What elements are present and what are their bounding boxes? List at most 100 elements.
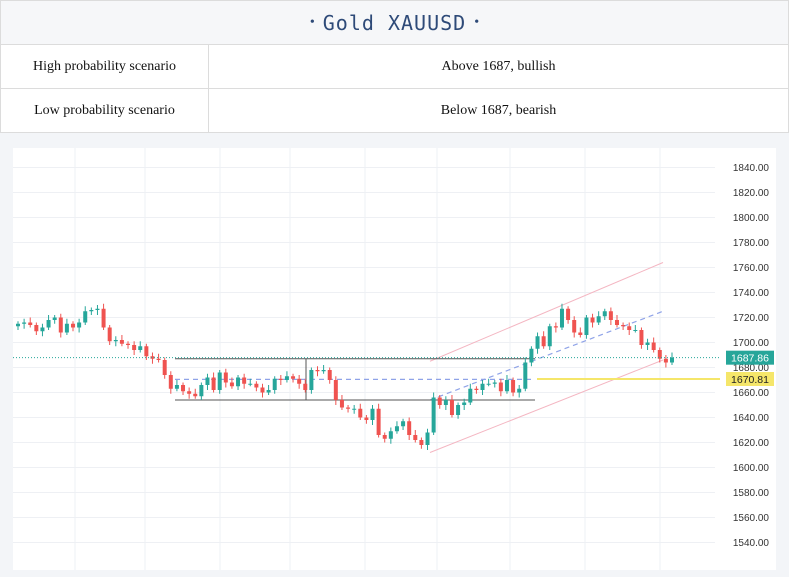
candle-body xyxy=(358,408,363,418)
candle-body xyxy=(663,358,668,363)
candle-body xyxy=(584,317,589,335)
candle-body xyxy=(596,316,601,323)
candle-body xyxy=(431,397,436,433)
candle-body xyxy=(132,345,137,350)
candle-body xyxy=(315,370,320,372)
y-tick-label: 1580.00 xyxy=(733,488,770,499)
candle-body xyxy=(77,322,82,328)
candle-body xyxy=(327,370,332,380)
price-chart[interactable]: 1840.00 1820.00 1800.00 1780.00 1760.00 1740.… xyxy=(0,133,789,577)
candle-body xyxy=(16,323,20,327)
y-tick-label: 1700.00 xyxy=(733,338,770,349)
candle-body xyxy=(181,385,186,392)
candle-body xyxy=(52,317,57,320)
scenario-row-high: High probability scenario Above 1687, bu… xyxy=(0,45,789,89)
candle-body xyxy=(40,327,45,332)
candle-body xyxy=(382,435,387,439)
candle-body xyxy=(107,327,112,342)
candle-body xyxy=(462,402,467,405)
y-tick-label: 1820.00 xyxy=(733,188,770,199)
candle-body xyxy=(523,362,528,389)
y-tick-label: 1660.00 xyxy=(733,388,770,399)
candle-body xyxy=(370,408,375,420)
candle-body xyxy=(547,326,552,347)
candle-body xyxy=(352,408,357,410)
scenario-value: Below 1687, bearish xyxy=(209,89,788,132)
candle-body xyxy=(480,383,485,390)
candle-body xyxy=(498,382,503,392)
y-tick-label: 1560.00 xyxy=(733,513,770,524)
y-tick-label: 1760.00 xyxy=(733,263,770,274)
candle-body xyxy=(89,310,94,312)
candle-body xyxy=(364,417,369,420)
last-price-label: 1687.86 xyxy=(731,353,769,365)
candle-body xyxy=(578,332,583,335)
candle-body xyxy=(590,317,595,323)
candle-body xyxy=(193,393,198,397)
title-bar: • Gold XAUUSD • xyxy=(0,0,789,45)
candle-body xyxy=(34,325,39,332)
y-tick-label: 1840.00 xyxy=(733,163,770,174)
chart-panel: 1840.00 1820.00 1800.00 1780.00 1760.00 1740.… xyxy=(0,133,789,577)
key-level-label: 1670.81 xyxy=(731,374,769,386)
candle-body xyxy=(217,372,222,390)
candle-body xyxy=(614,320,619,325)
candle-body xyxy=(58,317,63,333)
scenario-value: Above 1687, bullish xyxy=(209,45,788,88)
candle-body xyxy=(138,346,143,350)
y-tick-label: 1800.00 xyxy=(733,213,770,224)
candle-body xyxy=(144,346,149,357)
page-title: Gold XAUUSD xyxy=(322,10,467,35)
candle-body xyxy=(266,390,271,393)
candle-body xyxy=(346,407,351,409)
candle-body xyxy=(339,400,344,408)
candle-body xyxy=(633,330,638,331)
candle-body xyxy=(468,388,473,403)
scenario-row-low: Low probability scenario Below 1687, bea… xyxy=(0,89,789,133)
candle-body xyxy=(608,311,613,320)
candle-body xyxy=(211,377,216,390)
title-bullet-right: • xyxy=(474,14,480,30)
candle-body xyxy=(401,421,406,427)
candle-body xyxy=(83,311,88,323)
candle-body xyxy=(156,358,161,360)
y-tick-label: 1740.00 xyxy=(733,288,770,299)
candle-body xyxy=(651,342,656,350)
candle-body xyxy=(119,340,124,344)
scenario-label: High probability scenario xyxy=(1,45,209,88)
candle-body xyxy=(449,400,454,415)
candle-body xyxy=(28,322,33,325)
candle-body xyxy=(376,408,381,435)
candle-body xyxy=(303,383,308,390)
candle-body xyxy=(559,308,564,328)
candle-body xyxy=(486,383,491,385)
scenario-label: Low probability scenario xyxy=(1,89,209,132)
candle-body xyxy=(95,308,100,310)
candle-body xyxy=(174,385,179,389)
candle-body xyxy=(309,370,314,390)
candle-body xyxy=(46,320,51,328)
candle-body xyxy=(504,380,509,392)
candle-body xyxy=(297,378,302,384)
candle-body xyxy=(64,323,69,333)
candle-body xyxy=(492,382,497,384)
candle-body xyxy=(242,377,247,384)
candle-body xyxy=(22,322,27,324)
candle-body xyxy=(627,326,632,330)
candle-body xyxy=(511,380,516,393)
candle-body xyxy=(572,320,577,333)
candle-body xyxy=(529,348,534,363)
candle-body xyxy=(101,308,106,328)
candle-body xyxy=(474,388,479,390)
candle-body xyxy=(566,308,571,320)
candle-body xyxy=(407,421,412,435)
candle-body xyxy=(621,325,626,327)
candle-body xyxy=(541,336,546,347)
candle-body xyxy=(291,376,296,379)
candle-body xyxy=(236,377,241,387)
candle-body xyxy=(645,342,650,345)
candle-body xyxy=(639,330,644,345)
candle-body xyxy=(419,440,424,445)
y-tick-label: 1780.00 xyxy=(733,238,770,249)
title-bullet-left: • xyxy=(309,14,315,30)
